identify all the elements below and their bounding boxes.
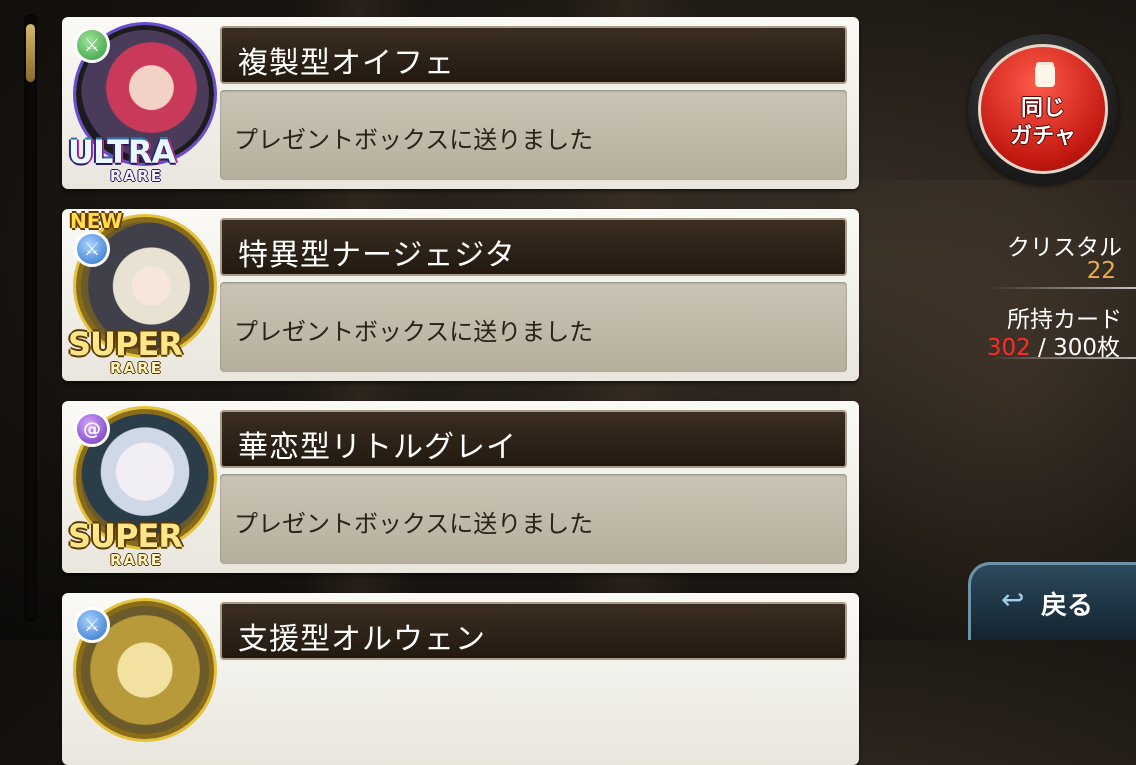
rarity-sub: RARE — [110, 167, 163, 185]
spiral-icon: @ — [74, 411, 110, 447]
same-gacha-button[interactable]: 同じ ガチャ — [968, 34, 1118, 184]
crystal-value: 22 — [1086, 258, 1116, 284]
card-message: プレゼントボックスに送りました — [234, 318, 594, 346]
card-avatar[interactable]: ⚔ NEW SUPER RARE — [68, 209, 214, 377]
sword-icon: ⚔ — [74, 607, 110, 643]
back-button[interactable]: ↩ 戻る — [968, 562, 1136, 640]
card-avatar[interactable]: ⚔ — [70, 601, 214, 749]
card-name-bar: 特異型ナージェジタ — [220, 218, 847, 276]
result-card[interactable]: ⚔ NEW SUPER RARE 特異型ナージェジタ プレゼントボックスに送りま… — [62, 209, 859, 381]
gacha-button-label: 同じ ガチャ — [981, 95, 1105, 151]
result-card[interactable]: ⚔ 支援型オルウェン — [62, 593, 859, 765]
sword-icon: ⚔ — [74, 27, 110, 63]
gacha-label-line1: 同じ — [1020, 96, 1065, 121]
rarity-main: ULTRA — [68, 133, 176, 171]
rarity-main: SUPER — [68, 517, 183, 555]
scrollbar[interactable] — [24, 14, 37, 622]
sword-icon: ⚔ — [74, 231, 110, 267]
card-name: 華恋型リトルグレイ — [238, 430, 517, 465]
card-message-bar: プレゼントボックスに送りました — [220, 282, 847, 372]
card-avatar[interactable]: @ SUPER RARE — [68, 409, 214, 569]
card-name-bar: 支援型オルウェン — [220, 602, 847, 660]
card-name: 複製型オイフェ — [238, 46, 455, 81]
rarity-main: SUPER — [68, 325, 183, 363]
card-message-bar: プレゼントボックスに送りました — [220, 474, 847, 564]
result-card[interactable]: ⚔ ULTRA RARE 複製型オイフェ プレゼントボックスに送りました — [62, 17, 859, 189]
card-message: プレゼントボックスに送りました — [234, 126, 594, 154]
gacha-label-line2: ガチャ — [1010, 124, 1076, 149]
card-name: 支援型オルウェン — [238, 622, 486, 657]
back-button-label: 戻る — [1041, 591, 1094, 621]
card-name-bar: 華恋型リトルグレイ — [220, 410, 847, 468]
card-message-bar: プレゼントボックスに送りました — [220, 90, 847, 180]
scrollbar-thumb[interactable] — [26, 24, 35, 82]
card-avatar[interactable]: ⚔ ULTRA RARE — [68, 25, 214, 185]
stats-divider — [990, 357, 1136, 359]
card-name-bar: 複製型オイフェ — [220, 26, 847, 84]
rarity-sub: RARE — [110, 551, 163, 569]
rarity-sub: RARE — [110, 359, 163, 377]
gacha-button-face: 同じ ガチャ — [978, 44, 1108, 174]
card-message: プレゼントボックスに送りました — [234, 510, 594, 538]
gacha-jar-icon — [1035, 65, 1055, 87]
stats-divider — [990, 287, 1136, 289]
result-card[interactable]: @ SUPER RARE 華恋型リトルグレイ プレゼントボックスに送りました — [62, 401, 859, 573]
return-arrow-icon: ↩ — [1001, 583, 1025, 616]
crystal-label: クリスタル — [1007, 235, 1122, 261]
card-name: 特異型ナージェジタ — [238, 238, 516, 273]
new-badge: NEW — [70, 209, 123, 233]
